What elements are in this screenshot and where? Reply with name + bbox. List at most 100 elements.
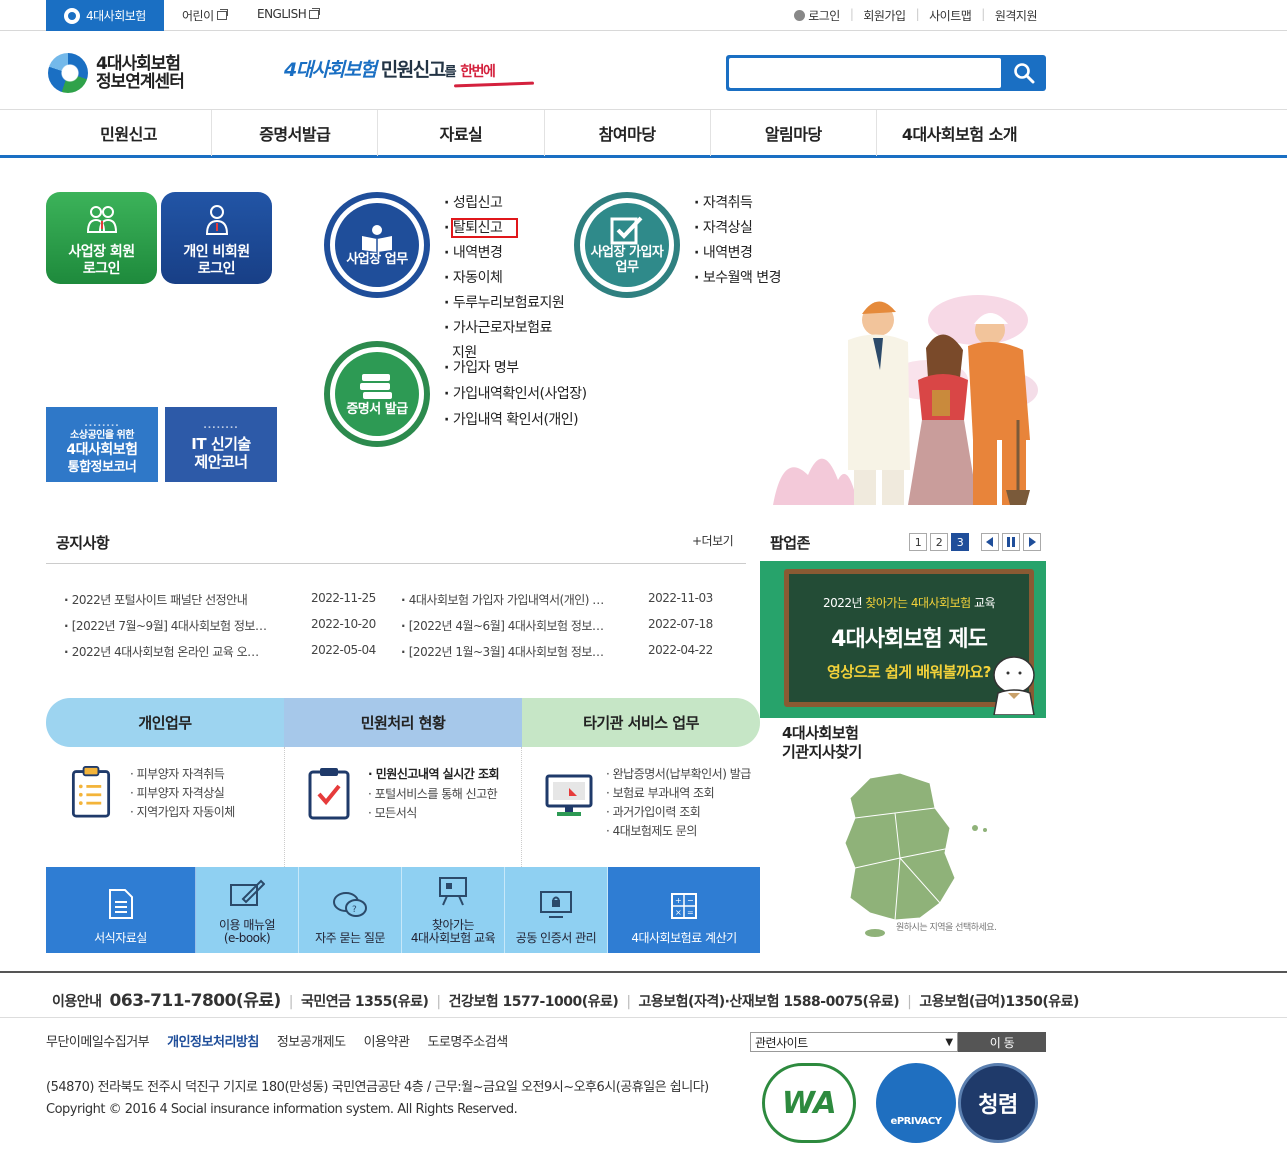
contact-pension: 국민연금 1355(유료)	[300, 994, 429, 1010]
search-input[interactable]	[729, 58, 1001, 88]
quick-premium-calculator[interactable]: + − × = 4대사회보험료 계산기	[608, 867, 760, 953]
search-button[interactable]	[1002, 55, 1046, 91]
business-login-button[interactable]: 사업장 회원 로그인	[46, 192, 157, 284]
certificate-service-circle[interactable]: 증명서 발급	[324, 341, 430, 447]
pause-icon	[1007, 537, 1015, 547]
popup-page-1[interactable]: 1	[909, 533, 927, 551]
tab-personal-business[interactable]: 개인업무	[46, 698, 284, 747]
footer-link-address-search[interactable]: 도로명주소검색	[427, 1031, 508, 1050]
footer-link-privacy[interactable]: 개인정보처리방침	[167, 1031, 259, 1050]
quick-label: 찾아가는 4대사회보험 교육	[410, 918, 496, 945]
footer-address: (54870) 전라북도 전주시 덕진구 기지로 180(만성동) 국민연금공단…	[46, 1077, 709, 1121]
link-past-enrollment[interactable]: 과거가입이력 조회	[606, 803, 751, 822]
menu-enrollment-personal[interactable]: 가입내역 확인서(개인)	[444, 407, 587, 433]
footer-link-terms[interactable]: 이용약관	[364, 1031, 410, 1050]
arrow-right-icon	[1029, 537, 1036, 547]
nav-library[interactable]: 자료실	[378, 110, 545, 156]
personal-business-list: 피부양자 자격취득 피부양자 자격상실 지역가입자 자동이체	[130, 765, 236, 822]
related-sites-value: 관련사이트	[755, 1035, 808, 1050]
popup-pause-button[interactable]	[1002, 533, 1020, 551]
nav-complaint[interactable]: 민원신고	[46, 110, 213, 156]
books-icon	[360, 373, 392, 399]
smb-info-banner[interactable]: ........ 소상공인을 위한 4대사회보험 통합정보코너	[46, 407, 158, 482]
notice-item[interactable]: 2022년 4대사회보험 온라인 교육 오픈 안내	[64, 643, 264, 660]
complaint-status-info[interactable]: 민원신고내역 실시간 조회 포털서비스를 통해 신고한 모든서식	[368, 765, 500, 823]
login-link[interactable]: 로그인	[794, 7, 840, 24]
business-service-circle[interactable]: 사업장 업무	[324, 192, 430, 298]
popup-line2: 4대사회보험 제도	[831, 627, 988, 652]
popup-prev-button[interactable]	[981, 533, 999, 551]
site-logo[interactable]: 4대사회보험 정보연계센터	[48, 53, 185, 93]
related-sites-select[interactable]: 관련사이트 ▼	[750, 1032, 958, 1052]
popup-page-3[interactable]: 3	[951, 533, 969, 551]
quick-certificate-manage[interactable]: 공동 인증서 관리	[505, 867, 608, 953]
go-button[interactable]: 이 동	[958, 1032, 1046, 1052]
site-tab-4insurance[interactable]: 4대사회보험	[46, 0, 164, 31]
menu-member-list[interactable]: 가입자 명부	[444, 355, 587, 381]
user-icon	[205, 205, 229, 235]
sitemap-link[interactable]: 사이트맵	[929, 7, 972, 24]
business-service-menu: 성립신고 탈퇴신고 내역변경 자동이체 두루누리보험료지원 가사근로자보험료지원	[444, 191, 565, 366]
popup-next-button[interactable]	[1023, 533, 1041, 551]
menu-loss[interactable]: 자격상실	[694, 216, 781, 241]
english-link[interactable]: ENGLISH	[257, 7, 321, 21]
korea-map[interactable]	[840, 768, 1010, 938]
menu-establish-report[interactable]: 성립신고	[444, 191, 564, 216]
board-icon	[439, 877, 467, 906]
tab-other-agency[interactable]: 타기관 서비스 업무	[522, 698, 760, 747]
nav-participation[interactable]: 참여마당	[545, 110, 711, 156]
pen-icon	[230, 879, 265, 906]
logo-line2: 정보연계센터	[96, 72, 185, 92]
kids-link[interactable]: 어린이	[182, 7, 228, 24]
quick-user-manual[interactable]: 이용 매뉴얼 (e-book)	[196, 867, 299, 953]
business-login-line1: 사업장 회원	[68, 244, 135, 260]
notice-item[interactable]: [2022년 1월~3월] 4대사회보험 정보연계 현황	[401, 643, 606, 660]
menu-acquire[interactable]: 자격취득	[694, 191, 781, 216]
menu-enrollment-business[interactable]: 가입내역확인서(사업장)	[444, 381, 587, 407]
logo-mark-icon	[64, 7, 80, 24]
footer-link-disclosure[interactable]: 정보공개제도	[277, 1031, 346, 1050]
notice-item[interactable]: 2022년 포털사이트 패널단 선정안내	[64, 591, 264, 608]
notice-item[interactable]: [2022년 7월~9월] 4대사회보험 정보연계 현황	[64, 617, 269, 634]
link-dependent-acquire[interactable]: 피부양자 자격취득	[130, 765, 235, 784]
quick-faq[interactable]: ? 자주 묻는 질문	[299, 867, 402, 953]
tab-complaint-status[interactable]: 민원처리 현황	[284, 698, 522, 747]
menu-member-change[interactable]: 내역변경	[694, 241, 781, 266]
link-insurance-inquiry[interactable]: 4대보험제도 문의	[606, 822, 751, 841]
notice-more-link[interactable]: +더보기	[692, 532, 734, 549]
external-window-icon	[216, 9, 228, 20]
search-icon	[1014, 63, 1035, 84]
popup-page-2[interactable]: 2	[930, 533, 948, 551]
link-payment-certificate[interactable]: 완납증명서(납부확인서) 발급	[606, 765, 752, 784]
signup-link[interactable]: 회원가입	[863, 7, 906, 24]
menu-details-change[interactable]: 내역변경	[444, 241, 564, 266]
nav-certificate[interactable]: 증명서발급	[212, 110, 379, 156]
menu-auto-transfer[interactable]: 자동이체	[444, 266, 564, 291]
footer-links: 무단이메일수집거부 개인정보처리방침 정보공개제도 이용약관 도로명주소검색	[46, 1031, 508, 1050]
link-dependent-loss[interactable]: 피부양자 자격상실	[130, 784, 235, 803]
quick-visiting-education[interactable]: 찾아가는 4대사회보험 교육	[402, 867, 505, 953]
menu-durunuri-support[interactable]: 두루누리보험료지원	[444, 291, 565, 316]
logo-line1: 4대사회보험	[96, 54, 181, 74]
chevron-down-icon: ▼	[945, 1036, 953, 1048]
notice-date: 2022-04-22	[648, 643, 713, 657]
footer-link-email-refusal[interactable]: 무단이메일수집거부	[46, 1031, 150, 1050]
nav-about[interactable]: 4대사회보험 소개	[877, 110, 1042, 156]
menu-withdrawal-report[interactable]: 탈퇴신고	[444, 216, 564, 241]
other-agency-list: 완납증명서(납부확인서) 발급 보험료 부과내역 조회 과거가입이력 조회 4대…	[606, 765, 752, 841]
popup-banner[interactable]: 2022년 찾아가는 4대사회보험 교육 4대사회보험 제도 영상으로 쉽게 배…	[760, 561, 1046, 718]
document-icon	[108, 889, 133, 919]
quick-forms-library[interactable]: 서식자료실	[46, 867, 196, 953]
slogan-underline	[453, 81, 535, 88]
personal-login-button[interactable]: 개인 비회원 로그인	[161, 192, 272, 284]
member-service-circle[interactable]: 사업장 가입자 업무	[574, 192, 680, 298]
link-premium-history[interactable]: 보험료 부과내역 조회	[606, 784, 751, 803]
link-regional-autotransfer[interactable]: 지역가입자 자동이체	[130, 803, 236, 822]
notice-item[interactable]: [2022년 4월~6월] 4대사회보험 정보연계 현황	[401, 617, 606, 634]
nav-notice[interactable]: 알림마당	[711, 110, 877, 156]
it-proposal-banner[interactable]: ........ IT 신기술 제안코너	[165, 407, 277, 482]
remote-support-link[interactable]: 원격지원	[995, 7, 1038, 24]
notice-item[interactable]: 4대사회보험 가입자 가입내역서(개인) 발급 안내	[401, 591, 611, 608]
member-service-title1: 사업장 가입자	[590, 245, 664, 260]
monitor-icon	[545, 774, 593, 816]
